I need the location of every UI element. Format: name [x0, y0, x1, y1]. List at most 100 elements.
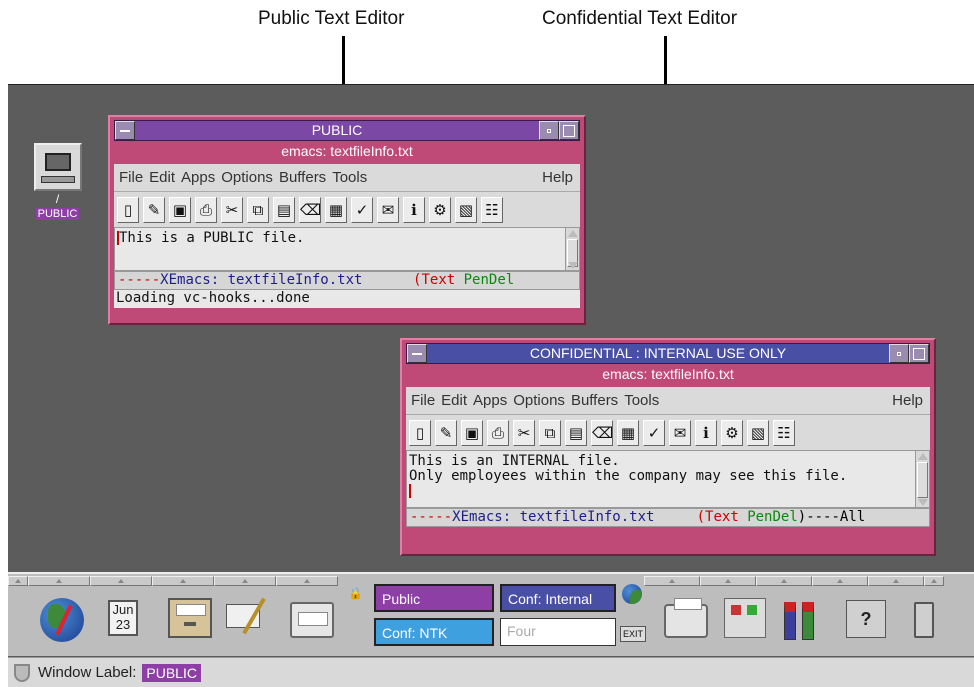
lock-icon[interactable]: 🔒 — [348, 586, 363, 600]
public-vertical-scrollbar[interactable] — [565, 228, 579, 270]
tree-icon[interactable]: ☷ — [481, 196, 503, 223]
public-label-bar[interactable]: PUBLIC — [114, 120, 580, 141]
subpanel-tab[interactable] — [644, 576, 700, 586]
menu-apps[interactable]: Apps — [473, 392, 507, 409]
front-panel: Jun 23 🔒 Public Conf: Internal Conf: NTK … — [8, 572, 974, 656]
maximize-button[interactable] — [559, 121, 579, 140]
modeline-dashes: ----- — [118, 272, 161, 288]
debug-icon[interactable]: ⚙ — [429, 196, 451, 223]
debug-icon[interactable]: ⚙ — [721, 419, 743, 446]
new-file-icon[interactable]: ▯ — [117, 196, 139, 223]
menu-file[interactable]: File — [119, 169, 143, 186]
save-icon[interactable]: ▣ — [169, 196, 191, 223]
status-window-label: PUBLIC — [142, 663, 201, 682]
compile-icon[interactable]: ▦ — [617, 419, 639, 446]
label-four-field[interactable]: Four — [500, 618, 616, 646]
menu-options[interactable]: Options — [221, 169, 273, 186]
performance-meter-icon[interactable] — [784, 600, 824, 640]
label-conf-internal-button[interactable]: Conf: Internal — [500, 584, 616, 612]
subpanel-tab[interactable] — [152, 576, 214, 586]
confidential-toolbar: ▯ ✎ ▣ ⎙ ✂ ⧉ ▤ ⌫ ▦ ✓ ✉ ℹ ⚙ ▧ ☷ — [406, 414, 930, 450]
news-icon[interactable]: ▧ — [455, 196, 477, 223]
open-folder-icon[interactable]: ✎ — [435, 419, 457, 446]
subpanel-tab[interactable] — [812, 576, 868, 586]
menu-help[interactable]: Help — [892, 392, 923, 409]
calendar-month: Jun — [112, 602, 134, 617]
open-folder-icon[interactable]: ✎ — [143, 196, 165, 223]
print-icon[interactable]: ⎙ — [487, 419, 509, 446]
text-editor-icon[interactable] — [226, 596, 272, 636]
info-icon[interactable]: ℹ — [403, 196, 425, 223]
exit-button[interactable]: EXIT — [620, 626, 647, 642]
menu-tools[interactable]: Tools — [624, 392, 659, 409]
minimize-button[interactable] — [889, 344, 909, 363]
new-file-icon[interactable]: ▯ — [409, 419, 431, 446]
info-icon[interactable]: ℹ — [695, 419, 717, 446]
subpanel-tab[interactable] — [214, 576, 276, 586]
conf-text-line-1: This is an INTERNAL file. — [409, 453, 620, 469]
menu-buffers[interactable]: Buffers — [279, 169, 326, 186]
minimize-button[interactable] — [539, 121, 559, 140]
subpanel-tab[interactable] — [700, 576, 756, 586]
label-conf-ntk-button[interactable]: Conf: NTK — [374, 618, 494, 646]
modeline-pendel: PenDel — [747, 509, 798, 525]
menu-edit[interactable]: Edit — [441, 392, 467, 409]
mailer-icon[interactable] — [290, 602, 334, 638]
spell-check-icon[interactable]: ✓ — [643, 419, 665, 446]
panel-handle[interactable] — [924, 576, 944, 586]
menu-apps[interactable]: Apps — [181, 169, 215, 186]
confidential-text-buffer[interactable]: This is an INTERNAL file. Only employees … — [406, 450, 930, 508]
maximize-button[interactable] — [909, 344, 929, 363]
subpanel-tab[interactable] — [276, 576, 338, 586]
cut-icon[interactable]: ✂ — [221, 196, 243, 223]
printer-icon[interactable] — [664, 598, 708, 638]
confidential-vertical-scrollbar[interactable] — [915, 451, 929, 507]
confidential-label-bar-text: CONFIDENTIAL : INTERNAL USE ONLY — [427, 344, 889, 363]
menu-tools[interactable]: Tools — [332, 169, 367, 186]
confidential-window-title[interactable]: emacs: textfileInfo.txt — [406, 364, 930, 385]
public-text-buffer[interactable]: This is a PUBLIC file. — [114, 227, 580, 271]
copy-icon[interactable]: ⧉ — [539, 419, 561, 446]
paste-icon[interactable]: ▤ — [565, 419, 587, 446]
menu-help[interactable]: Help — [542, 169, 573, 186]
window-menu-button[interactable] — [407, 344, 427, 363]
panel-handle[interactable] — [8, 576, 28, 586]
news-icon[interactable]: ▧ — [747, 419, 769, 446]
style-manager-icon[interactable] — [724, 598, 766, 638]
clear-icon[interactable]: ⌫ — [591, 419, 613, 446]
tree-icon[interactable]: ☷ — [773, 419, 795, 446]
panel-tabs-right — [644, 576, 944, 586]
window-menu-button[interactable] — [115, 121, 135, 140]
subpanel-tab[interactable] — [90, 576, 152, 586]
paste-icon[interactable]: ▤ — [273, 196, 295, 223]
public-window-title[interactable]: emacs: textfileInfo.txt — [114, 141, 580, 162]
workstation-desktop-icon[interactable]: / PUBLIC — [30, 143, 85, 222]
file-drawer-icon[interactable] — [168, 598, 212, 638]
calendar-icon[interactable]: Jun 23 — [108, 600, 138, 636]
menu-options[interactable]: Options — [513, 392, 565, 409]
confidential-editor-window: CONFIDENTIAL : INTERNAL USE ONLY emacs: … — [400, 338, 936, 556]
help-manager-icon[interactable]: ? — [846, 600, 886, 638]
subpanel-tab[interactable] — [756, 576, 812, 586]
menu-buffers[interactable]: Buffers — [571, 392, 618, 409]
subpanel-tab[interactable] — [868, 576, 924, 586]
clear-icon[interactable]: ⌫ — [299, 196, 321, 223]
print-icon[interactable]: ⎙ — [195, 196, 217, 223]
copy-icon[interactable]: ⧉ — [247, 196, 269, 223]
spell-check-icon[interactable]: ✓ — [351, 196, 373, 223]
globe-small-icon[interactable] — [622, 584, 642, 604]
save-icon[interactable]: ▣ — [461, 419, 483, 446]
label-public-button[interactable]: Public — [374, 584, 494, 612]
globe-icon[interactable] — [40, 598, 84, 642]
menu-edit[interactable]: Edit — [149, 169, 175, 186]
menu-file[interactable]: File — [411, 392, 435, 409]
mail-icon[interactable]: ✉ — [669, 419, 691, 446]
modeline-tail: )----All — [797, 509, 866, 525]
cut-icon[interactable]: ✂ — [513, 419, 535, 446]
modeline-pendel: PenDel — [463, 272, 515, 288]
trash-icon[interactable] — [914, 602, 934, 638]
compile-icon[interactable]: ▦ — [325, 196, 347, 223]
mail-icon[interactable]: ✉ — [377, 196, 399, 223]
confidential-label-bar[interactable]: CONFIDENTIAL : INTERNAL USE ONLY — [406, 343, 930, 364]
subpanel-tab[interactable] — [28, 576, 90, 586]
